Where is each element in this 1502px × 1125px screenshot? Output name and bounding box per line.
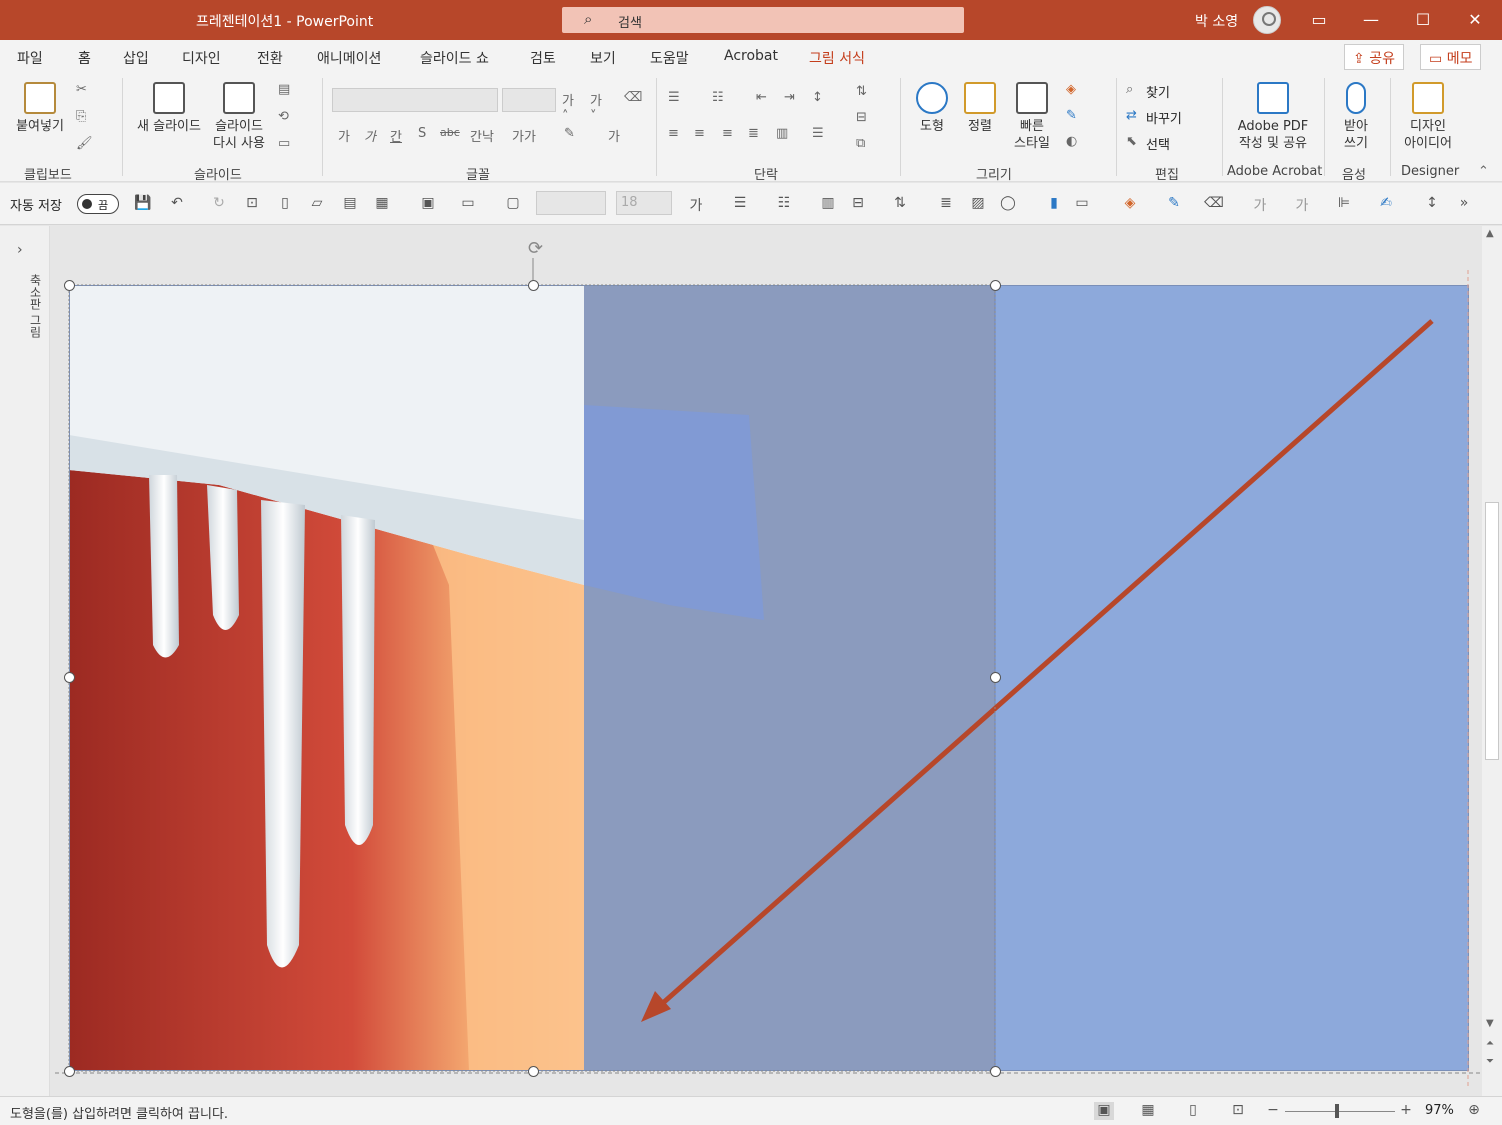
- zoom-in-button[interactable]: +: [1396, 1102, 1416, 1120]
- resize-handle-bottom-left[interactable]: [64, 1066, 75, 1077]
- slide-sorter-icon[interactable]: ▦: [1138, 1102, 1158, 1120]
- scroll-up-icon[interactable]: ▲: [1486, 228, 1494, 239]
- resize-handle-bottom[interactable]: [528, 1066, 539, 1077]
- resize-handle-left[interactable]: [64, 672, 75, 683]
- zoom-slider[interactable]: [1285, 1111, 1395, 1112]
- zoom-out-button[interactable]: −: [1263, 1102, 1283, 1120]
- status-message: 도형을(를) 삽입하려면 클릭하여 끕니다.: [10, 1107, 229, 1122]
- resize-handle-top[interactable]: [528, 280, 539, 291]
- selection-overlay: [55, 258, 1480, 1088]
- selection-box: [68, 284, 996, 1072]
- resize-handle-top-left[interactable]: [64, 280, 75, 291]
- scrollbar-thumb[interactable]: [1485, 502, 1499, 760]
- normal-view-icon[interactable]: ▣: [1094, 1102, 1114, 1120]
- next-slide-icon[interactable]: ⏷: [1486, 1056, 1494, 1067]
- resize-handle-bottom-right[interactable]: [990, 1066, 1001, 1077]
- zoom-level[interactable]: 97%: [1425, 1103, 1454, 1118]
- fit-to-window-icon[interactable]: ⊕: [1464, 1102, 1484, 1120]
- zoom-slider-thumb[interactable]: [1335, 1104, 1339, 1118]
- status-bar: 도형을(를) 삽입하려면 클릭하여 끕니다. ▣ ▦ ▯ ⊡ − + 97% ⊕: [0, 1096, 1502, 1125]
- vertical-scrollbar[interactable]: ▲ ▼ ⏶ ⏷: [1482, 226, 1502, 1096]
- resize-handle-right[interactable]: [990, 672, 1001, 683]
- scroll-down-icon[interactable]: ▼: [1486, 1018, 1494, 1029]
- slideshow-view-icon[interactable]: ⊡: [1228, 1102, 1248, 1120]
- previous-slide-icon[interactable]: ⏶: [1486, 1038, 1494, 1049]
- reading-view-icon[interactable]: ▯: [1183, 1102, 1203, 1120]
- resize-handle-top-right[interactable]: [990, 280, 1001, 291]
- rotate-handle-icon[interactable]: ⟳: [528, 238, 543, 259]
